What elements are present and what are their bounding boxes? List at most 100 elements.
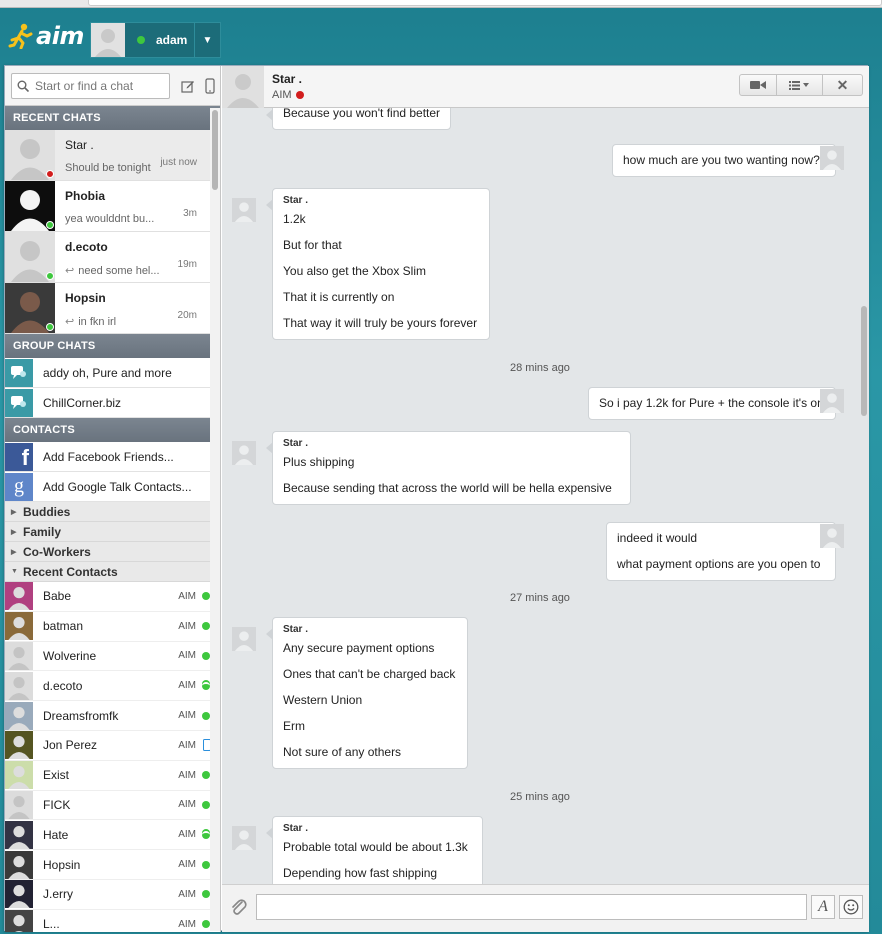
message-avatar [232, 198, 256, 222]
add-google-talk-contacts[interactable]: g Add Google Talk Contacts... [5, 472, 220, 502]
recent-chat-item[interactable]: Phobia yea woulddnt bu... 3m [5, 181, 220, 232]
recent-chat-item[interactable]: Hopsin ↩ in fkn irl 20m [5, 283, 220, 334]
user-avatar [91, 23, 125, 57]
message-sender: Star . [283, 195, 309, 206]
recent-chat-time: 19m [177, 259, 197, 270]
online-status-dot [202, 800, 210, 809]
message-timestamp: 28 mins ago [510, 362, 570, 374]
chat-menu-button[interactable] [777, 74, 823, 96]
message-line: Probable total would be about 1.3k [283, 840, 468, 854]
account-dropdown-icon[interactable]: ▼ [194, 23, 220, 57]
message-line: That way it will truly be yours forever [283, 316, 478, 330]
contact-avatar [5, 790, 33, 819]
contact-list: Babe AIM batman AIM Wolverine AIM d.ecoto AIM Dr… [5, 582, 220, 932]
contact-avatar [5, 582, 33, 611]
recent-chat-text: Hopsin ↩ in fkn irl 20m [55, 283, 201, 333]
online-status-dot [202, 622, 210, 631]
list-menu-icon [788, 81, 809, 90]
contact-network: AIM [178, 590, 196, 602]
contact-name: Babe [43, 589, 72, 604]
contact-avatar [5, 612, 33, 641]
compose-icon[interactable] [180, 78, 196, 94]
sidebar-scroll-thumb[interactable] [212, 110, 218, 190]
group-chat-name: addy oh, Pure and more [43, 365, 172, 380]
message-line: Erm [283, 719, 305, 733]
message-timestamp: 27 mins ago [510, 592, 570, 604]
folder-label: Buddies [23, 504, 71, 519]
group-chat-item[interactable]: addy oh, Pure and more [5, 358, 220, 388]
contact-network: AIM [178, 620, 196, 632]
message-line: Plus shipping [283, 455, 355, 469]
contact-folder[interactable]: ▼ Recent Contacts [5, 562, 220, 582]
close-chat-button[interactable]: ✕ [823, 74, 863, 96]
recent-chat-preview-text: yea woulddnt bu... [65, 213, 155, 225]
online-status-dot [202, 920, 210, 929]
contact-item[interactable]: Jon Perez AIM [5, 731, 220, 761]
contact-folder[interactable]: ▶ Buddies [5, 502, 220, 522]
contact-item[interactable]: FICK AIM [5, 790, 220, 821]
messages-scrollbar[interactable] [858, 108, 869, 884]
add-facebook-friends[interactable]: f Add Facebook Friends... [5, 442, 220, 472]
contact-folders: ▶ Buddies ▶ Family ▶ Co-Workers ▼ Recent Contac… [5, 502, 220, 582]
online-status-dot [202, 860, 210, 869]
recent-chat-preview-text: Should be tonight [65, 162, 151, 174]
contact-item[interactable]: L... AIM [5, 910, 220, 932]
font-style-button[interactable]: A [811, 895, 835, 919]
recent-chat-name: Hopsin [65, 291, 106, 305]
contact-network: AIM [178, 799, 196, 811]
video-call-button[interactable] [739, 74, 777, 96]
message-line: indeed it would [617, 531, 698, 545]
sidebar-scrollbar[interactable] [210, 108, 220, 931]
triangle-right-icon: ▶ [11, 548, 17, 556]
outgoing-message: indeed it would what payment options are … [606, 522, 842, 581]
contact-item[interactable]: Babe AIM [5, 582, 220, 612]
mobile-icon[interactable] [202, 77, 218, 94]
compose-bar: A [222, 884, 869, 932]
contact-name: Jon Perez [43, 738, 98, 753]
recent-chat-preview: yea woulddnt bu... [65, 213, 165, 225]
attach-icon[interactable] [230, 897, 248, 917]
add-google-label: Add Google Talk Contacts... [43, 479, 192, 494]
facebook-icon: f [5, 442, 33, 471]
search-icon [17, 80, 29, 92]
chat-avatar [222, 65, 264, 108]
recent-chat-preview-text: need some hel... [78, 265, 160, 277]
contact-item[interactable]: J.erry AIM [5, 880, 220, 910]
message-line: But for that [283, 238, 342, 252]
contact-item[interactable]: Wolverine AIM [5, 641, 220, 672]
contact-item[interactable]: d.ecoto AIM [5, 671, 220, 702]
contact-item[interactable]: Exist AIM [5, 761, 220, 791]
recent-chat-item[interactable]: d.ecoto ↩ need some hel... 19m [5, 232, 220, 283]
message-line: what payment options are you open to [617, 557, 821, 571]
contact-avatar [5, 820, 33, 849]
search-field[interactable] [11, 72, 170, 99]
contact-avatar [5, 181, 55, 231]
contact-item[interactable]: Hopsin AIM [5, 850, 220, 880]
presence-dot [46, 272, 54, 280]
contact-folder[interactable]: ▶ Co-Workers [5, 542, 220, 562]
outgoing-message: So i pay 1.2k for Pure + the console it'… [588, 387, 842, 420]
message-input[interactable] [256, 894, 807, 920]
incoming-message: Star . Plus shipping Because sending that … [266, 431, 631, 505]
contact-item[interactable]: batman AIM [5, 612, 220, 642]
chat-contact-name: Star . [272, 72, 303, 86]
emoji-button[interactable] [839, 895, 863, 919]
recent-chat-item[interactable]: Star . Should be tonight just now [5, 130, 220, 181]
browser-toolbar [0, 0, 882, 8]
account-menu[interactable]: adam ▼ [90, 22, 221, 58]
contact-item[interactable]: Dreamsfromfk AIM [5, 701, 220, 731]
group-chat-item[interactable]: ChillCorner.biz [5, 388, 220, 418]
contact-item[interactable]: Hate AIM [5, 820, 220, 851]
contact-name: L... [43, 917, 60, 932]
contact-avatar [5, 880, 33, 909]
triangle-right-icon: ▶ [11, 508, 17, 516]
folder-label: Co-Workers [23, 544, 91, 559]
messages-scroll-thumb[interactable] [861, 306, 867, 416]
message-line: Depending how fast shipping [283, 866, 438, 880]
search-input[interactable] [35, 78, 160, 93]
contact-folder[interactable]: ▶ Family [5, 522, 220, 542]
presence-dot [46, 221, 54, 229]
idle-status-dot [202, 830, 210, 839]
aim-logo-text: aim [36, 22, 84, 50]
address-bar[interactable] [88, 0, 882, 6]
